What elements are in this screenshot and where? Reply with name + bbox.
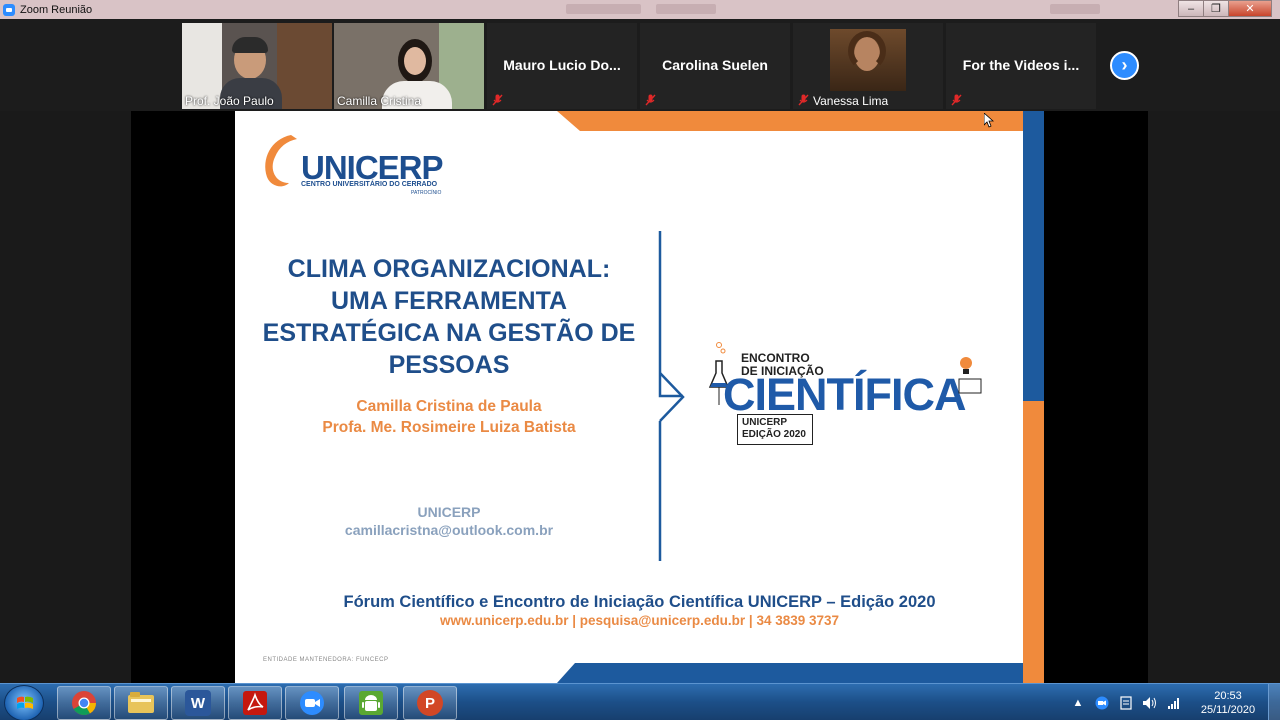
window-title: Zoom Reunião — [20, 3, 93, 16]
acrobat-icon — [243, 691, 267, 715]
muted-mic-icon — [951, 94, 962, 106]
footer-title: Fórum Científico e Encontro de Iniciação… — [343, 593, 936, 611]
title-bar-ghost — [1050, 4, 1100, 14]
taskbar-word[interactable]: W — [171, 686, 225, 720]
logo-swoosh-icon — [265, 135, 297, 187]
lightbulb-icon — [958, 357, 982, 394]
action-center-icon[interactable] — [1118, 695, 1134, 710]
word-icon: W — [185, 690, 211, 716]
title-bar-ghost — [656, 4, 716, 14]
participant-tile[interactable]: Prof. João Paulo — [182, 23, 332, 109]
window-controls: ‒ ❐ ✕ — [1178, 0, 1272, 17]
taskbar-chrome[interactable] — [57, 686, 111, 720]
slide-title: CLIMA ORGANIZACIONAL: UMA FERRAMENTA EST… — [235, 253, 663, 381]
participant-video — [404, 47, 426, 75]
unicerp-logo: UNICERP CENTRO UNIVERSITÁRIO DO CERRADO … — [261, 129, 451, 199]
zoom-icon — [300, 691, 324, 715]
contact-email: camillacristna@outlook.com.br — [344, 522, 554, 538]
title-line: PESSOAS — [388, 351, 510, 379]
headset-icon — [232, 37, 268, 53]
participant-name: Mauro Lucio Do... — [503, 57, 621, 73]
maximize-button[interactable]: ❐ — [1203, 0, 1229, 17]
taskbar-zoom[interactable] — [285, 686, 339, 720]
chrome-icon — [72, 691, 96, 716]
android-icon — [359, 691, 383, 715]
title-bar: Zoom Reunião ‒ ❐ ✕ — [0, 0, 1280, 19]
author-name: Camilla Cristina de Paula — [356, 398, 542, 415]
author-name: Profa. Me. Rosimeire Luiza Batista — [322, 419, 576, 436]
participant-tile[interactable]: For the Videos i... — [946, 23, 1096, 109]
clock-time: 20:53 — [1214, 689, 1242, 702]
participant-name: For the Videos i... — [962, 57, 1080, 73]
logo-city: PATROCÍNIO — [411, 190, 442, 196]
taskbar-android[interactable] — [344, 686, 398, 720]
presentation-slide: UNICERP CENTRO UNIVERSITÁRIO DO CERRADO … — [235, 111, 1044, 683]
muted-mic-icon — [798, 94, 809, 106]
title-line: CLIMA ORGANIZACIONAL: — [287, 255, 611, 283]
volume-icon[interactable] — [1142, 696, 1158, 710]
minimize-button[interactable]: ‒ — [1178, 0, 1204, 17]
taskbar-powerpoint[interactable]: P — [403, 686, 457, 720]
zoom-window: Zoom Reunião ‒ ❐ ✕ Prof. João Paulo Cami… — [0, 0, 1280, 720]
file-explorer-icon — [128, 692, 154, 713]
muted-mic-icon — [492, 94, 503, 106]
taskbar-file-explorer[interactable] — [114, 686, 168, 720]
network-signal-icon[interactable] — [1166, 696, 1182, 710]
close-icon: ✕ — [1245, 3, 1255, 15]
start-button[interactable] — [4, 685, 44, 720]
event-edition-box: UNICERP EDIÇÃO 2020 — [737, 414, 813, 445]
clock-date: 25/11/2020 — [1200, 703, 1256, 716]
participant-tile[interactable]: Camilla Cristina — [334, 23, 484, 109]
system-tray: ▲ 20:53 25/11/2020 — [1066, 684, 1280, 720]
close-button[interactable]: ✕ — [1228, 0, 1272, 17]
tray-expand-icon[interactable]: ▲ — [1070, 696, 1086, 710]
mantenedora-note: ENTIDADE MANTENEDORA: FUNCECP — [263, 657, 389, 663]
participant-tile[interactable]: Carolina Suelen — [640, 23, 790, 109]
video-background — [277, 23, 332, 109]
windows-logo-icon — [17, 696, 33, 709]
participant-gallery: Prof. João Paulo Camilla Cristina Mauro … — [0, 19, 1280, 111]
muted-mic-icon — [645, 94, 656, 106]
show-desktop-button[interactable] — [1268, 684, 1280, 720]
participant-tile[interactable]: Vanessa Lima — [793, 23, 943, 109]
participant-name: Carolina Suelen — [662, 57, 768, 73]
title-line: UMA FERRAMENTA — [330, 287, 568, 315]
powerpoint-icon: P — [417, 690, 443, 716]
zoom-tray-icon[interactable] — [1094, 696, 1110, 710]
title-line: ESTRATÉGICA NA GESTÃO DE — [262, 319, 636, 347]
participant-tile[interactable]: Mauro Lucio Do... — [487, 23, 637, 109]
chevron-right-icon: › — [1121, 55, 1128, 75]
participant-name: Vanessa Lima — [813, 94, 889, 108]
logo-subtitle: CENTRO UNIVERSITÁRIO DO CERRADO — [301, 181, 438, 188]
event-box-line: UNICERP — [742, 417, 788, 428]
gallery-next-button[interactable]: › — [1110, 51, 1139, 80]
taskbar-acrobat[interactable] — [228, 686, 282, 720]
zoom-app-icon — [3, 3, 15, 16]
taskbar-clock[interactable]: 20:53 25/11/2020 — [1192, 689, 1264, 717]
participant-video — [830, 29, 906, 91]
title-bar-ghost — [566, 4, 641, 14]
minimize-icon: ‒ — [1187, 2, 1195, 15]
participant-video — [848, 31, 886, 71]
participant-name: Camilla Cristina — [337, 94, 422, 108]
restore-icon: ❐ — [1211, 3, 1221, 15]
institution-name: UNICERP — [417, 504, 481, 520]
taskbar: W P ▲ 20:53 25/11/2020 — [0, 683, 1280, 720]
event-box-line: EDIÇÃO 2020 — [742, 429, 806, 440]
mouse-cursor-icon — [984, 113, 994, 128]
footer-contact: www.unicerp.edu.br | pesquisa@unicerp.ed… — [439, 613, 840, 628]
participant-name: Prof. João Paulo — [185, 94, 274, 108]
